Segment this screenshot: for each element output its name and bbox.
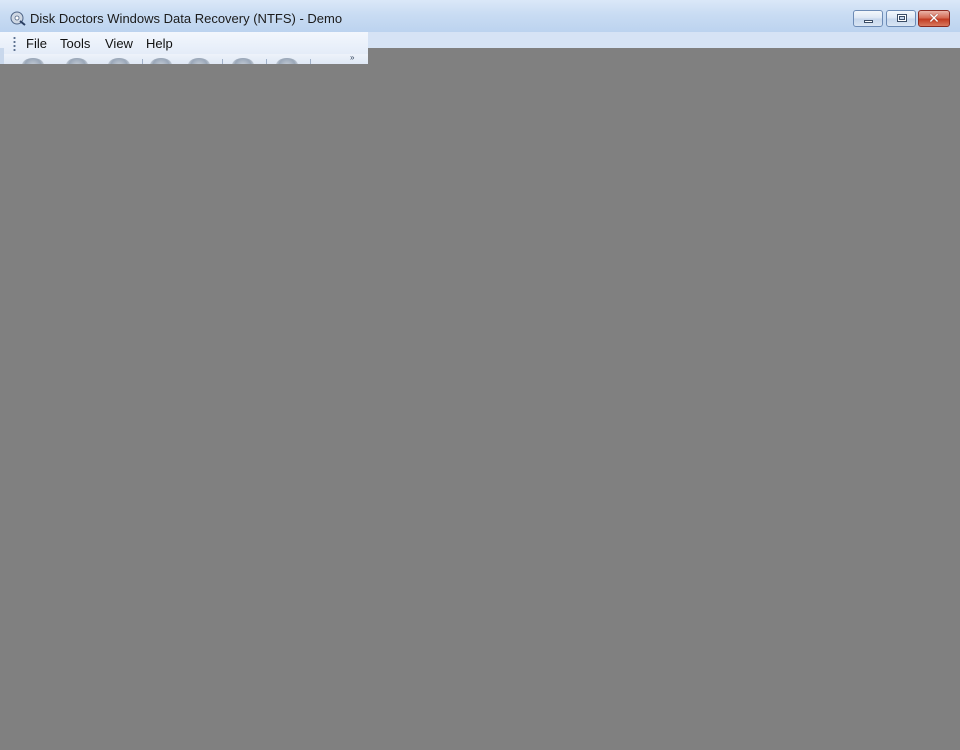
- close-button[interactable]: ✕: [918, 10, 950, 27]
- menubar-background: [368, 32, 960, 48]
- close-icon: ✕: [928, 10, 940, 26]
- minimize-icon: [864, 20, 873, 23]
- toolbar-overflow-icon[interactable]: »: [350, 54, 354, 62]
- main-workspace: [0, 64, 960, 750]
- disk-recovery-icon: [10, 11, 26, 26]
- window-title: Disk Doctors Windows Data Recovery (NTFS…: [30, 11, 343, 26]
- menu-bar: [0, 32, 368, 54]
- menu-view[interactable]: View: [102, 36, 136, 51]
- menubar-grip-handle[interactable]: [13, 36, 16, 51]
- menu-file[interactable]: File: [23, 36, 50, 51]
- title-bar[interactable]: Disk Doctors Windows Data Recovery (NTFS…: [0, 0, 960, 33]
- toolbar: »: [0, 54, 368, 64]
- menu-tools[interactable]: Tools: [57, 36, 93, 51]
- minimize-button[interactable]: [853, 10, 883, 27]
- menu-help[interactable]: Help: [143, 36, 176, 51]
- restore-icon: [897, 14, 907, 22]
- maximize-button[interactable]: [886, 10, 916, 27]
- app-window: Disk Doctors Windows Data Recovery (NTFS…: [0, 0, 960, 750]
